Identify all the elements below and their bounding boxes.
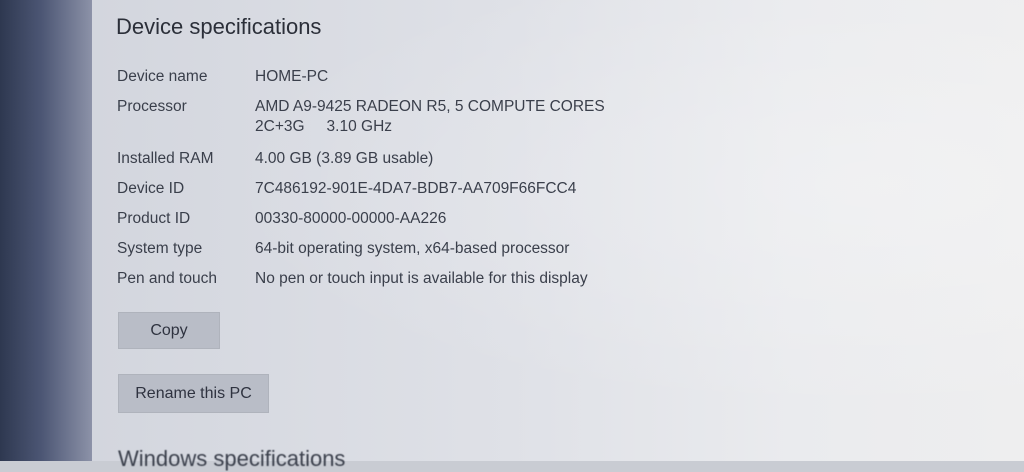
spec-label: Device ID — [117, 180, 185, 197]
windows-specifications-heading: Windows specifications — [118, 446, 346, 471]
spec-label: Device name — [117, 68, 208, 85]
spec-value: No pen or touch input is available for t… — [255, 270, 588, 287]
spec-value: 7C486192-901E-4DA7-BDB7-AA709F66FCC4 — [255, 180, 577, 197]
spec-label: Pen and touch — [117, 270, 217, 287]
spec-value: HOME-PC — [255, 68, 329, 85]
copy-button[interactable]: Copy — [118, 312, 220, 349]
section-title: Device specifications — [116, 14, 322, 39]
spec-label: Product ID — [117, 210, 191, 227]
spec-value: 00330-80000-00000-AA226 — [255, 210, 447, 227]
spec-label: Installed RAM — [117, 150, 214, 167]
spec-label: System type — [117, 240, 203, 257]
spec-label: Processor — [117, 98, 187, 115]
rename-pc-button[interactable]: Rename this PC — [118, 374, 269, 413]
spec-value: 4.00 GB (3.89 GB usable) — [255, 150, 434, 167]
spec-value: 64-bit operating system, x64-based proce… — [255, 240, 570, 257]
window-left-edge — [0, 0, 92, 461]
processor-cores: 2C+3G — [255, 118, 305, 135]
spec-value: AMD A9-9425 RADEON R5, 5 COMPUTE CORES — [255, 98, 605, 115]
processor-speed: 3.10 GHz — [326, 118, 393, 135]
processor-detail: 2C+3G 3.10 GHz — [255, 118, 392, 136]
